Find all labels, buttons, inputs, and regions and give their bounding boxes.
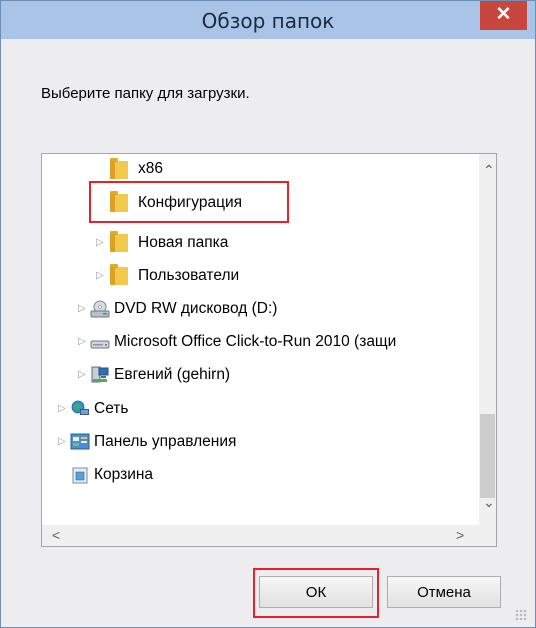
scroll-right-icon[interactable]: >: [456, 527, 464, 543]
selected-item-highlight: [89, 181, 289, 223]
expand-arrow-icon[interactable]: ▷: [78, 296, 88, 322]
dialog-title: Обзор папок: [201, 9, 335, 33]
close-icon: ✕: [495, 4, 512, 25]
tree-item-label: DVD RW дисковод (D:): [114, 300, 278, 317]
scroll-down-icon[interactable]: ⌄: [483, 494, 495, 511]
network-icon: [70, 400, 89, 418]
folder-icon: [110, 264, 128, 285]
ok-button[interactable]: ОК: [259, 576, 373, 608]
tree-item-label: Пользователи: [138, 267, 240, 284]
recycle-bin-icon: [70, 466, 88, 484]
folder-icon: [110, 158, 128, 179]
tree-item-label: Панель управления: [94, 433, 237, 450]
scrollbar-corner: [479, 525, 496, 546]
control-panel-icon: [70, 433, 90, 451]
cancel-button[interactable]: Отмена: [387, 576, 501, 608]
tree-item-label: Корзина: [94, 466, 154, 483]
title-bar[interactable]: Обзор папок ✕: [1, 1, 535, 39]
vertical-scrollbar[interactable]: ⌃ ⌄: [479, 154, 496, 526]
expand-arrow-icon[interactable]: ▷: [96, 230, 106, 256]
tree-item-label: Евгений (gehirn): [114, 366, 231, 383]
close-button[interactable]: ✕: [480, 1, 527, 30]
drive-icon: [90, 333, 110, 351]
expand-arrow-icon[interactable]: ▷: [96, 263, 106, 289]
expand-arrow-icon[interactable]: ▷: [78, 362, 88, 388]
tree-item-label: Новая папка: [138, 234, 229, 251]
expand-arrow-icon[interactable]: ▷: [58, 396, 68, 422]
scrollbar-thumb[interactable]: [480, 414, 495, 498]
tree-item-label: Сеть: [94, 400, 129, 417]
folder-browser-dialog: Обзор папок ✕ Выберите папку для загрузк…: [0, 0, 536, 628]
scroll-up-icon[interactable]: ⌃: [483, 162, 495, 179]
expand-arrow-icon[interactable]: ▷: [58, 429, 68, 455]
instruction-text: Выберите папку для загрузки.: [41, 85, 250, 102]
tree-item-label: Microsoft Office Click-to-Run 2010 (защи: [114, 333, 397, 350]
expand-arrow-icon[interactable]: ▷: [78, 329, 88, 355]
horizontal-scrollbar[interactable]: < >: [42, 525, 479, 546]
tree-item-label: x86: [138, 160, 163, 177]
network-computer-icon: [90, 366, 109, 384]
folder-icon: [110, 231, 128, 252]
dvd-drive-icon: [90, 300, 110, 318]
scroll-left-icon[interactable]: <: [52, 527, 60, 543]
resize-grip-icon[interactable]: [515, 609, 527, 621]
